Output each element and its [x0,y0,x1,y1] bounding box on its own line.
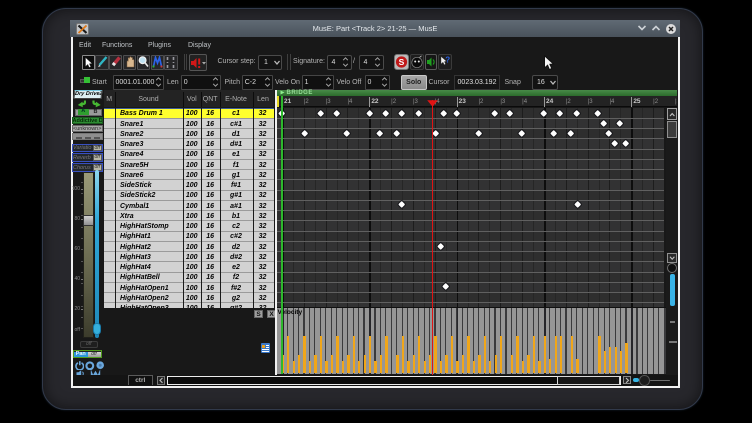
svg-text:S: S [398,57,404,67]
svg-text:?: ? [446,56,451,65]
